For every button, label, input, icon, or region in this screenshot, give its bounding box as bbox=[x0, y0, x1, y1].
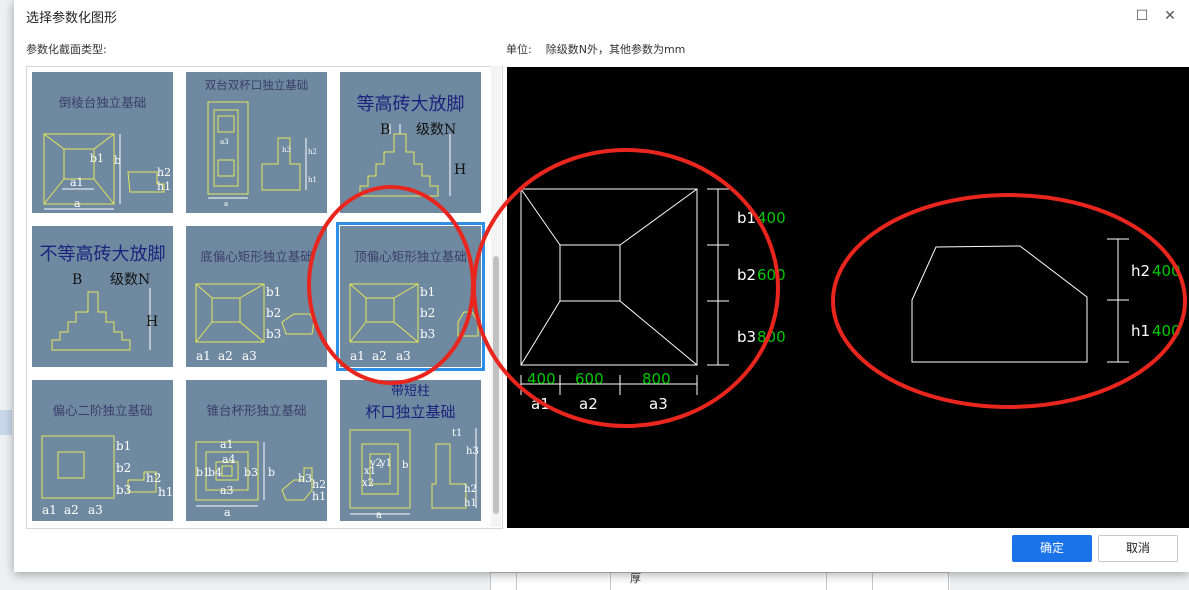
unit-prefix: 单位: bbox=[506, 43, 532, 56]
background-table-text: 厚 bbox=[630, 572, 641, 585]
close-icon[interactable]: ✕ bbox=[1160, 6, 1180, 26]
dialog-title: 选择参数化图形 bbox=[26, 11, 118, 26]
shape-tile-inverted-frustum[interactable]: 倒棱台独立基础 b1 b h2 h1 a1 a bbox=[32, 72, 173, 213]
plan-a3-value: 800 bbox=[642, 370, 671, 388]
section-h2-label: h2 bbox=[1131, 262, 1150, 280]
tile-title: 等高砖大放脚 bbox=[356, 94, 465, 115]
shape-tile-eccentric-two-step[interactable]: 偏心二阶独立基础 b1 b2 b3 a1 a2 a3 h2 h1 bbox=[32, 380, 173, 521]
shape-tile-top-eccentric-rect[interactable]: 顶偏心矩形独立基础 b1 b2 b3 a1 a2 a3 bbox=[336, 222, 485, 371]
maximize-icon[interactable]: ☐ bbox=[1132, 6, 1152, 26]
plan-a2-label: a2 bbox=[579, 395, 598, 413]
background-selection-strip bbox=[0, 410, 12, 435]
shape-tile-frustum-cup[interactable]: 锥台杯形独立基础 a1 a4 a3 b1 b4 b3 b a h3 h2 h1 bbox=[186, 380, 327, 521]
plan-b1-value: 400 bbox=[757, 209, 786, 227]
section-h1-value: 400 bbox=[1152, 322, 1181, 340]
tile-title: 不等高砖大放脚 bbox=[39, 244, 166, 265]
tile-title: 底偏心矩形独立基础 bbox=[200, 249, 313, 264]
shape-tile-double-cup[interactable]: 双台双杯口独立基础 a3 a h3 h2 h1 bbox=[186, 72, 327, 213]
background-table: 厚 bbox=[490, 572, 950, 590]
tile-title: 倒棱台独立基础 bbox=[58, 95, 147, 110]
unit-note: 单位: 除级数N外，其他参数为mm bbox=[506, 41, 699, 57]
double-cup-drawing bbox=[207, 101, 307, 199]
tile-title: 偏心二阶独立基础 bbox=[52, 403, 153, 418]
plan-a1-value: 400 bbox=[527, 370, 556, 388]
section-h1-label: h1 bbox=[1131, 322, 1150, 340]
plan-b1-label: b1 bbox=[737, 209, 756, 227]
unit-text: 除级数N外，其他参数为mm bbox=[545, 43, 686, 56]
plan-a1-label: a1 bbox=[531, 395, 550, 413]
preview-canvas: b1 400 b2 600 b3 800 400 600 800 a1 a2 a… bbox=[507, 67, 1189, 528]
tile-title: 杯口独立基础 bbox=[365, 403, 456, 421]
plan-a3-label: a3 bbox=[649, 395, 668, 413]
parametric-shape-dialog: 选择参数化图形 ☐ ✕ 参数化截面类型: 单位: 除级数N外，其他参数为mm 倒棱… bbox=[14, 0, 1189, 572]
plan-b3-label: b3 bbox=[737, 328, 756, 346]
section-h2-value: 400 bbox=[1152, 262, 1181, 280]
plan-a2-value: 600 bbox=[575, 370, 604, 388]
tile-title: 顶偏心矩形独立基础 bbox=[354, 249, 467, 264]
preview-drawing: b1 400 b2 600 b3 800 400 600 800 a1 a2 a… bbox=[520, 188, 1181, 413]
section-type-label: 参数化截面类型: bbox=[26, 43, 107, 56]
ok-button[interactable]: 确定 bbox=[1012, 535, 1092, 562]
plan-b2-label: b2 bbox=[737, 266, 756, 284]
tile-title: 双台双杯口独立基础 bbox=[204, 78, 309, 92]
plan-view bbox=[520, 188, 729, 395]
shape-tile-unequal-brick-footing[interactable]: 不等高砖大放脚 B 级数N H bbox=[32, 226, 173, 367]
shape-tile-bottom-eccentric-rect[interactable]: 底偏心矩形独立基础 b1 b2 b3 a1 a2 a3 bbox=[186, 226, 327, 367]
cancel-button[interactable]: 取消 bbox=[1098, 535, 1178, 562]
plan-b3-value: 800 bbox=[757, 328, 786, 346]
plan-b2-value: 600 bbox=[757, 266, 786, 284]
tile-title: 锥台杯形独立基础 bbox=[206, 403, 307, 418]
shape-type-list[interactable]: 倒棱台独立基础 b1 b h2 h1 a1 a 双台双杯口独立基础 a3 a h… bbox=[26, 66, 503, 529]
shape-tile-equal-brick-footing[interactable]: 等高砖大放脚 B 级数N H bbox=[340, 72, 481, 213]
section-view bbox=[911, 238, 1129, 363]
list-scrollbar[interactable] bbox=[491, 66, 501, 527]
scrollbar-thumb[interactable] bbox=[493, 256, 499, 514]
tile-overlay-text: 带短柱 bbox=[390, 384, 430, 399]
title-bar: 选择参数化图形 ☐ ✕ bbox=[14, 0, 1189, 32]
shape-tile-cup-footing[interactable]: 杯口独立基础 带短柱 a b x1 x2 y1 y2 h1 h2 h3 t1 bbox=[340, 380, 481, 521]
